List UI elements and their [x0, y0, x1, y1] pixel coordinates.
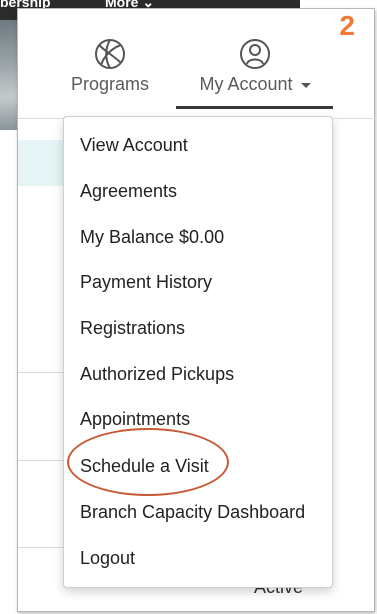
basketball-icon — [95, 39, 125, 69]
menu-item-logout[interactable]: Logout — [80, 547, 135, 569]
active-nav-underline — [176, 106, 333, 109]
menu-item-authorized-pickups[interactable]: Authorized Pickups — [80, 363, 234, 385]
menu-item-agreements[interactable]: Agreements — [80, 180, 177, 202]
menu-item-registrations[interactable]: Registrations — [80, 317, 185, 339]
menu-item-my-balance[interactable]: My Balance $0.00 — [80, 226, 224, 248]
nav-programs-label: Programs — [70, 74, 150, 94]
menu-item-view-account[interactable]: View Account — [80, 134, 188, 156]
nav-my-account[interactable]: My Account — [178, 38, 332, 95]
my-account-dropdown-menu: View Account Agreements My Balance $0.00… — [63, 116, 333, 588]
menu-item-schedule-a-visit[interactable]: Schedule a Visit — [80, 455, 209, 477]
background-photo — [0, 20, 17, 130]
user-avatar-icon — [240, 39, 270, 69]
nav-programs[interactable]: Programs — [68, 38, 152, 95]
nav-my-account-label: My Account — [178, 74, 332, 95]
menu-item-appointments[interactable]: Appointments — [80, 408, 190, 430]
step-number-badge: 2 — [339, 10, 355, 41]
menu-item-payment-history[interactable]: Payment History — [80, 271, 212, 293]
caret-down-icon — [300, 82, 311, 88]
menu-item-branch-capacity-dashboard[interactable]: Branch Capacity Dashboard — [80, 501, 305, 523]
background-highlighted-row — [18, 140, 66, 186]
